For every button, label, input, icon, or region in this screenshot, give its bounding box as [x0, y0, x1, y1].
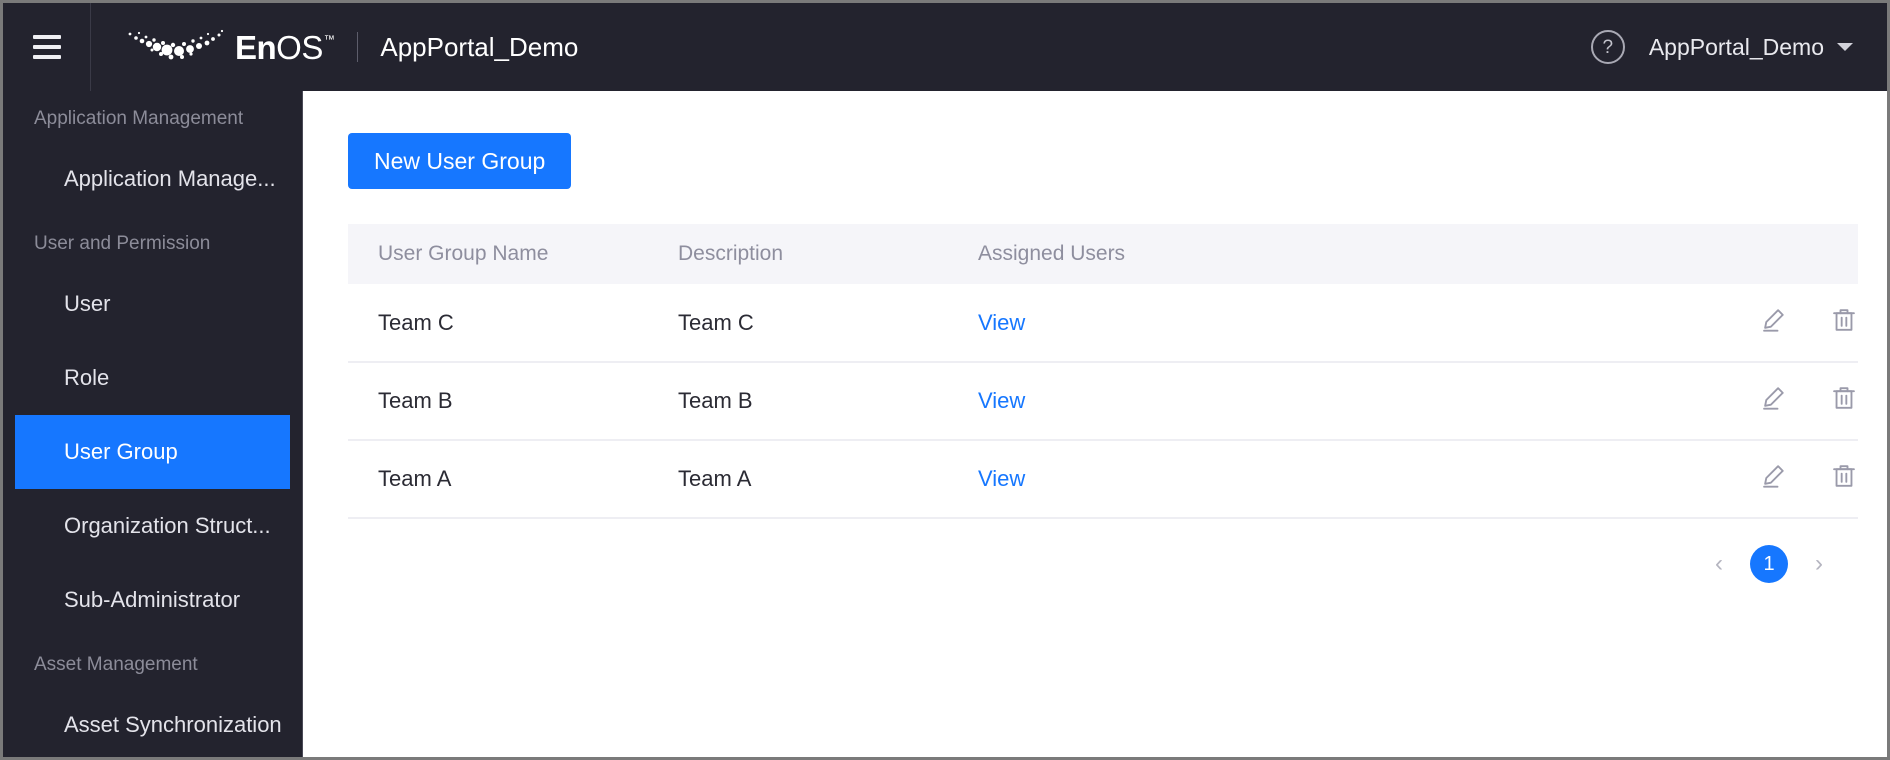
- cell-description: Team C: [648, 284, 948, 363]
- table-row: Team B Team B View: [348, 362, 1858, 441]
- table-row: Team C Team C View: [348, 284, 1858, 363]
- table-header: User Group Name Description Assigned Use…: [348, 224, 1858, 284]
- sidebar-group-title-application-management: Application Management: [34, 108, 244, 129]
- sidebar-group-title-asset-management: Asset Management: [34, 654, 198, 675]
- enos-wordmark-en: En: [235, 28, 277, 66]
- hamburger-bar: [32, 35, 61, 39]
- user-group-table: User Group Name Description Assigned Use…: [348, 224, 1858, 519]
- cell-assigned-users: View: [948, 284, 1428, 363]
- cell-description: Team A: [648, 440, 948, 519]
- sidebar-item-user[interactable]: User: [15, 267, 290, 341]
- sidebar-navigation: Application Management Application Manag…: [3, 91, 303, 757]
- enos-wordmark: EnOS™: [235, 28, 335, 66]
- hamburger-bar: [32, 55, 61, 59]
- cell-row-actions: [1428, 284, 1858, 363]
- pencil-edit-icon[interactable]: [1760, 384, 1788, 418]
- cell-description: Team B: [648, 362, 948, 441]
- trash-delete-icon[interactable]: [1830, 384, 1858, 418]
- pagination: ‹ 1 ›: [348, 545, 1858, 583]
- sidebar-item-organization-structure[interactable]: Organization Struct...: [15, 489, 290, 563]
- chevron-left-icon[interactable]: ‹: [1702, 547, 1736, 581]
- sidebar-item-role[interactable]: Role: [15, 341, 290, 415]
- page-title: AppPortal_Demo: [380, 31, 579, 62]
- view-assigned-users-link[interactable]: View: [978, 310, 1025, 335]
- user-account-menu[interactable]: AppPortal_Demo: [1649, 34, 1853, 61]
- chevron-down-icon: [1837, 43, 1853, 51]
- hamburger-menu-icon[interactable]: [3, 3, 91, 91]
- help-icon[interactable]: ?: [1590, 30, 1625, 64]
- sidebar-item-asset-synchronization[interactable]: Asset Synchronization: [15, 688, 290, 757]
- main-content-area: New User Group User Group Name Descripti…: [304, 91, 1887, 757]
- sidebar-item-user-group[interactable]: User Group: [15, 415, 290, 489]
- column-header-actions: [1428, 224, 1858, 284]
- top-header: EnOS™ AppPortal_Demo ? AppPortal_Demo: [3, 3, 1887, 91]
- brand-area: EnOS™ AppPortal_Demo: [91, 3, 578, 91]
- table-body: Team C Team C View Team B Team B View Te…: [348, 284, 1858, 519]
- trash-delete-icon[interactable]: [1830, 462, 1858, 496]
- cell-row-actions: [1428, 362, 1858, 441]
- view-assigned-users-link[interactable]: View: [978, 388, 1025, 413]
- header-right-actions: ? AppPortal_Demo: [1590, 30, 1887, 64]
- pencil-edit-icon[interactable]: [1760, 462, 1788, 496]
- cell-assigned-users: View: [948, 440, 1428, 519]
- new-user-group-button[interactable]: New User Group: [348, 133, 572, 189]
- pagination-page-1[interactable]: 1: [1750, 545, 1788, 583]
- column-header-assigned-users: Assigned Users: [948, 224, 1428, 284]
- app-window: EnOS™ AppPortal_Demo ? AppPortal_Demo Ap…: [0, 0, 1890, 760]
- brand-divider: [357, 32, 359, 62]
- enos-wordmark-os: OS: [276, 28, 323, 66]
- column-header-description: Description: [648, 224, 948, 284]
- user-account-label: AppPortal_Demo: [1648, 33, 1824, 60]
- column-header-user-group-name: User Group Name: [348, 224, 648, 284]
- view-assigned-users-link[interactable]: View: [978, 466, 1025, 491]
- enos-trademark-symbol: ™: [323, 33, 335, 46]
- enos-crescent-logo-icon: [128, 29, 224, 60]
- pencil-edit-icon[interactable]: [1760, 306, 1788, 340]
- sidebar-item-application-management[interactable]: Application Manage...: [15, 142, 290, 216]
- trash-delete-icon[interactable]: [1830, 306, 1858, 340]
- cell-row-actions: [1428, 440, 1858, 519]
- cell-user-group-name: Team A: [348, 440, 648, 519]
- sidebar-item-sub-administrator[interactable]: Sub-Administrator: [15, 563, 290, 637]
- table-header-row: User Group Name Description Assigned Use…: [348, 224, 1858, 284]
- hamburger-bar: [32, 45, 61, 49]
- table-row: Team A Team A View: [348, 440, 1858, 519]
- cell-assigned-users: View: [948, 362, 1428, 441]
- sidebar-group-title-user-and-permission: User and Permission: [34, 233, 211, 254]
- cell-user-group-name: Team C: [348, 284, 648, 363]
- chevron-right-icon[interactable]: ›: [1802, 547, 1836, 581]
- cell-user-group-name: Team B: [348, 362, 648, 441]
